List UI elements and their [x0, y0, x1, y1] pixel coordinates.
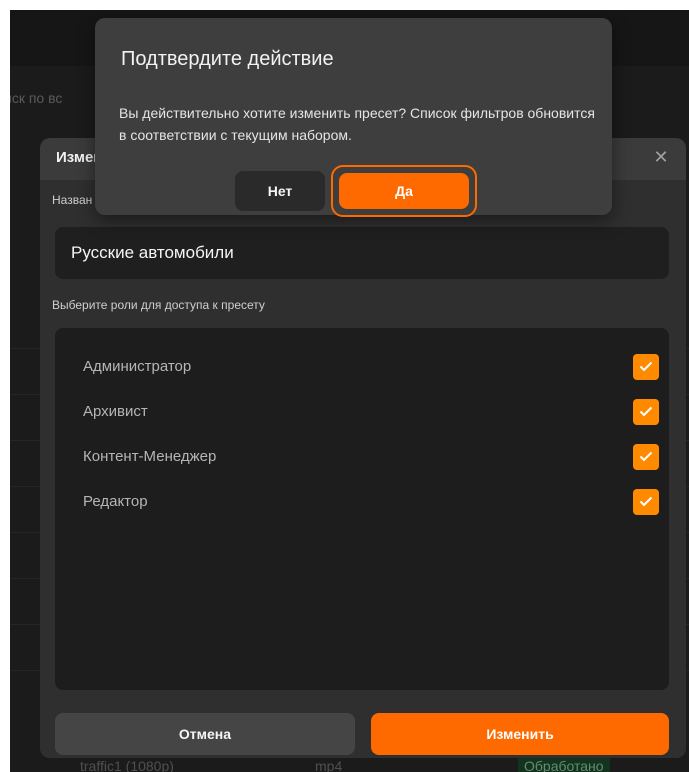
app-window: иск по вс | traffic1 (1080p) mp4 Обработ… — [10, 10, 689, 772]
checkmark-icon — [639, 451, 653, 462]
roles-label: Выберите роли для доступа к пресету — [52, 298, 265, 312]
confirm-dialog: Подтвердите действие Вы действительно хо… — [95, 18, 612, 217]
role-checkbox[interactable] — [633, 354, 659, 380]
preset-name-input[interactable] — [55, 227, 669, 279]
role-label: Контент-Менеджер — [83, 448, 217, 465]
apply-button[interactable]: Изменить — [371, 713, 669, 755]
no-button[interactable]: Нет — [235, 171, 325, 211]
role-checkbox[interactable] — [633, 444, 659, 470]
role-label: Архивист — [83, 403, 148, 420]
role-item-archivist[interactable]: Архивист — [55, 397, 669, 427]
role-label: Редактор — [83, 493, 148, 510]
checkmark-icon — [639, 496, 653, 507]
role-item-content-manager[interactable]: Контент-Менеджер — [55, 442, 669, 472]
role-label: Администратор — [83, 358, 192, 375]
confirm-message: Вы действительно хотите изменить пресет?… — [119, 105, 595, 143]
cancel-button[interactable]: Отмена — [55, 713, 355, 755]
edit-preset-modal: Измен ✕ Назван Выберите роли для доступа… — [40, 138, 686, 758]
role-item-administrator[interactable]: Администратор — [55, 352, 669, 382]
role-checkbox[interactable] — [633, 489, 659, 515]
close-icon[interactable]: ✕ — [650, 146, 672, 168]
yes-button-focus-ring: Да — [331, 165, 477, 217]
checkmark-icon — [639, 361, 653, 372]
roles-list: Администратор Архивист Контент-Менеджер — [55, 328, 669, 690]
role-checkbox[interactable] — [633, 399, 659, 425]
edit-preset-body: Назван Выберите роли для доступа к пресе… — [40, 180, 686, 758]
yes-button[interactable]: Да — [339, 173, 469, 209]
checkmark-icon — [639, 406, 653, 417]
preset-name-label: Назван — [52, 193, 93, 207]
confirm-title: Подтвердите действие — [121, 48, 334, 70]
role-item-editor[interactable]: Редактор — [55, 487, 669, 517]
